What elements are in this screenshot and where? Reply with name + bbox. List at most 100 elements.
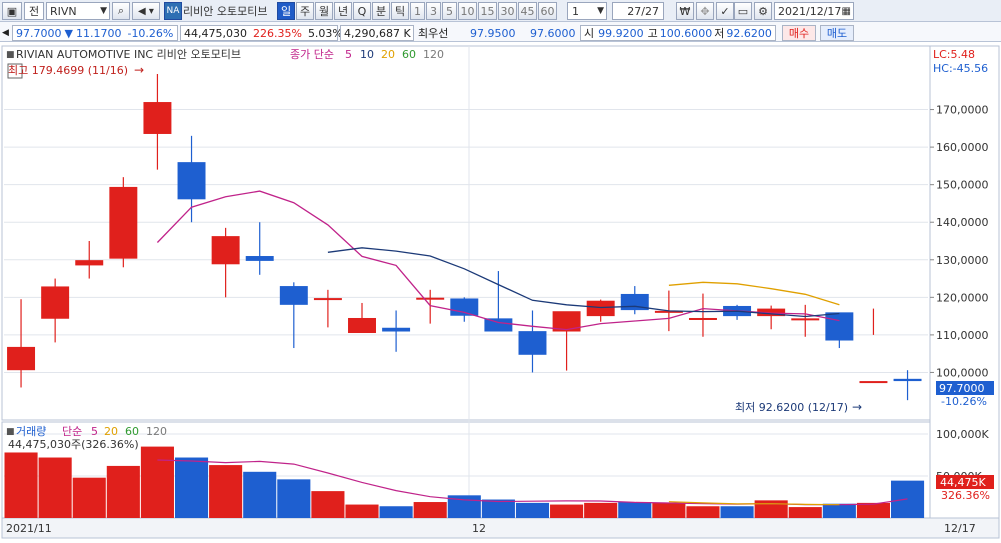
candle-body	[791, 318, 820, 321]
y-axis-area	[929, 45, 1000, 519]
price-indicator-label: 종가 단순	[290, 48, 334, 61]
volume-bar	[856, 502, 890, 518]
vol-ma-period-20: 20	[104, 425, 118, 438]
candle-body	[416, 297, 445, 300]
price-panel-frame	[1, 45, 931, 421]
candle-body	[313, 298, 342, 301]
ohl-box: 시 99.9200 고 100.6000 저 92.6200	[580, 25, 776, 41]
volume-bar	[345, 504, 379, 518]
period-button-6[interactable]: 틱	[391, 2, 409, 20]
toggle-icon[interactable]: ▣	[2, 2, 22, 20]
candle-body	[586, 300, 615, 317]
sell-button[interactable]: 매도	[820, 25, 854, 41]
date-input[interactable]: 2021/12/17 ▦	[774, 2, 854, 20]
best-label: 최우선	[418, 27, 449, 40]
candle-body	[382, 327, 411, 332]
volume-bar	[106, 465, 140, 518]
candle-body	[893, 378, 922, 382]
stock-name: 리비안 오토모티브	[183, 5, 268, 18]
hc-label: HC:-45.56	[933, 62, 988, 75]
chart-area[interactable]: 170,0000 160,0000 150,0000 140,0000 130,0000…	[0, 42, 1001, 540]
volume-bar	[550, 504, 584, 518]
volume-bar	[38, 457, 72, 518]
low-arrow-icon: →	[852, 400, 862, 414]
period-button-5[interactable]: 분	[372, 2, 390, 20]
period-button-1[interactable]: 주	[296, 2, 314, 20]
volume-current-label: 44,475,030주(326.36%)	[8, 438, 139, 451]
search-icon[interactable]: ⌕	[112, 2, 130, 20]
speaker-icon[interactable]: ◀ ▾	[132, 2, 160, 20]
x-axis-strip	[1, 517, 1000, 539]
ma-period-10: 10	[360, 48, 374, 61]
symbol-input[interactable]: RIVN ▼	[46, 2, 110, 20]
calendar-icon[interactable]: ▦	[842, 6, 853, 17]
interval-button-15[interactable]: 15	[478, 2, 497, 20]
gear-icon[interactable]: ⚙	[754, 2, 772, 20]
stock-chart[interactable]: 170,0000 160,0000 150,0000 140,0000 130,0000…	[0, 42, 1001, 540]
price-tick-label: 130,0000	[936, 254, 989, 267]
interval-button-10[interactable]: 10	[458, 2, 477, 20]
period-button-0[interactable]: 일	[277, 2, 295, 20]
buy-button[interactable]: 매수	[782, 25, 816, 41]
volume-bar	[584, 502, 618, 518]
volume-panel-title: 거래량	[16, 425, 46, 438]
volume-bar	[515, 502, 550, 518]
ma-period-5: 5	[345, 48, 352, 61]
save-icon[interactable]: ▭	[734, 2, 752, 20]
move-icon[interactable]: ✥	[696, 2, 714, 20]
market-select[interactable]: 전	[24, 2, 44, 20]
interval-button-45[interactable]: 45	[518, 2, 537, 20]
ma-period-20: 20	[381, 48, 395, 61]
volume-bar	[174, 457, 209, 518]
open-value: 99.9200	[598, 26, 644, 40]
volume-bar	[686, 506, 720, 518]
count-select[interactable]: 1 ▼	[567, 2, 607, 20]
change-pct: -10.26%	[127, 26, 174, 40]
volume-bar	[277, 479, 311, 518]
draw-icon[interactable]: ✓	[716, 2, 734, 20]
collapse-icon[interactable]: ◀	[2, 25, 9, 41]
price-panel-marker: ■	[6, 50, 15, 60]
interval-button-60[interactable]: 60	[538, 2, 557, 20]
interval-button-30[interactable]: 30	[498, 2, 517, 20]
chevron-down-icon[interactable]: ▼	[100, 6, 109, 16]
toolbar: ▣ 전 RIVN ▼ ⌕ ◀ ▾ NA 리비안 오토모티브 일주월년Q분틱 13…	[0, 0, 1001, 22]
candle-body	[688, 317, 717, 320]
volume-ratio: 226.35%	[252, 26, 302, 40]
high-annotation: 최고 179.4699 (11/16)	[8, 64, 128, 77]
interval-button-5[interactable]: 5	[442, 2, 457, 20]
period-button-3[interactable]: 년	[334, 2, 352, 20]
volume-bar	[243, 471, 277, 518]
last-pct-tag: -10.26%	[941, 395, 987, 408]
page-counter: 27/27	[612, 2, 664, 20]
ma-period-60: 60	[402, 48, 416, 61]
turnover-pct: 5.03%	[307, 26, 343, 40]
count-value: 1	[572, 4, 579, 18]
volume-bar	[413, 502, 447, 518]
high-value: 100.6000	[659, 26, 713, 40]
vol-ma-period-5: 5	[91, 425, 98, 438]
chevron-down-icon[interactable]: ▼	[597, 6, 606, 16]
vol-ma-period-120: 120	[146, 425, 167, 438]
candle-body	[211, 236, 240, 265]
vol-last-pct-tag: 326.36%	[941, 489, 990, 502]
low-label: 저	[714, 27, 725, 40]
currency-icon[interactable]: ₩	[676, 2, 694, 20]
price-value: 97.7000	[16, 26, 62, 40]
date-text: 2021/12/17	[778, 4, 842, 18]
volume-value: 44,475,030	[184, 26, 247, 40]
candle-body	[143, 102, 172, 134]
period-button-2[interactable]: 월	[315, 2, 333, 20]
price-panel-title: RIVIAN AUTOMOTIVE INC 리비안 오토모티브	[16, 48, 241, 61]
interval-button-1[interactable]: 1	[410, 2, 425, 20]
candle-body	[75, 260, 104, 266]
low-value: 92.6200	[726, 26, 772, 40]
down-arrow-icon: ▼	[64, 26, 73, 40]
price-tick-label: 150,0000	[936, 179, 989, 192]
volume-bar	[4, 452, 38, 518]
ask-value: 97.6000	[530, 26, 576, 40]
candle-body	[484, 318, 513, 332]
volume-bar	[209, 465, 243, 518]
interval-button-3[interactable]: 3	[426, 2, 441, 20]
period-button-4[interactable]: Q	[353, 2, 371, 20]
